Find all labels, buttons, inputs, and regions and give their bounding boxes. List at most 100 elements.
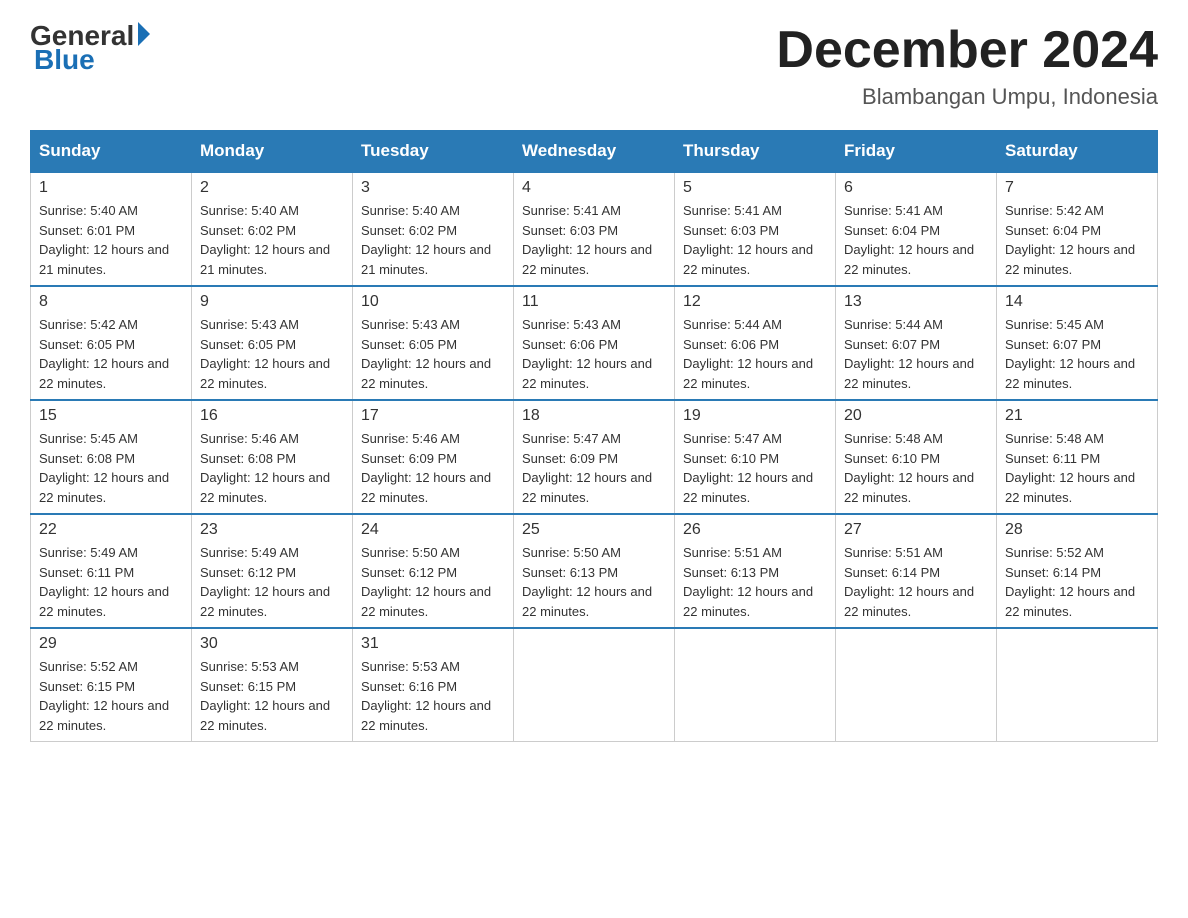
day-info: Sunrise: 5:40 AM Sunset: 6:01 PM Dayligh… [39,201,183,279]
day-number: 21 [1005,407,1149,425]
day-info: Sunrise: 5:47 AM Sunset: 6:09 PM Dayligh… [522,429,666,507]
calendar-cell: 18 Sunrise: 5:47 AM Sunset: 6:09 PM Dayl… [514,400,675,514]
day-info: Sunrise: 5:41 AM Sunset: 6:03 PM Dayligh… [683,201,827,279]
day-info: Sunrise: 5:53 AM Sunset: 6:15 PM Dayligh… [200,657,344,735]
day-number: 5 [683,179,827,197]
calendar-cell: 6 Sunrise: 5:41 AM Sunset: 6:04 PM Dayli… [836,172,997,286]
col-header-friday: Friday [836,131,997,173]
day-info: Sunrise: 5:49 AM Sunset: 6:12 PM Dayligh… [200,543,344,621]
calendar-week-row: 15 Sunrise: 5:45 AM Sunset: 6:08 PM Dayl… [31,400,1158,514]
day-info: Sunrise: 5:52 AM Sunset: 6:14 PM Dayligh… [1005,543,1149,621]
day-info: Sunrise: 5:43 AM Sunset: 6:05 PM Dayligh… [200,315,344,393]
calendar-cell: 23 Sunrise: 5:49 AM Sunset: 6:12 PM Dayl… [192,514,353,628]
day-info: Sunrise: 5:41 AM Sunset: 6:03 PM Dayligh… [522,201,666,279]
calendar-cell: 20 Sunrise: 5:48 AM Sunset: 6:10 PM Dayl… [836,400,997,514]
day-number: 22 [39,521,183,539]
calendar-cell: 7 Sunrise: 5:42 AM Sunset: 6:04 PM Dayli… [997,172,1158,286]
day-number: 18 [522,407,666,425]
day-number: 27 [844,521,988,539]
day-number: 24 [361,521,505,539]
calendar-cell: 12 Sunrise: 5:44 AM Sunset: 6:06 PM Dayl… [675,286,836,400]
day-number: 11 [522,293,666,311]
col-header-monday: Monday [192,131,353,173]
calendar-cell: 27 Sunrise: 5:51 AM Sunset: 6:14 PM Dayl… [836,514,997,628]
day-number: 30 [200,635,344,653]
col-header-wednesday: Wednesday [514,131,675,173]
day-info: Sunrise: 5:52 AM Sunset: 6:15 PM Dayligh… [39,657,183,735]
day-number: 19 [683,407,827,425]
day-number: 14 [1005,293,1149,311]
col-header-saturday: Saturday [997,131,1158,173]
day-info: Sunrise: 5:50 AM Sunset: 6:13 PM Dayligh… [522,543,666,621]
day-number: 26 [683,521,827,539]
calendar-cell: 21 Sunrise: 5:48 AM Sunset: 6:11 PM Dayl… [997,400,1158,514]
calendar-cell: 9 Sunrise: 5:43 AM Sunset: 6:05 PM Dayli… [192,286,353,400]
calendar-cell: 28 Sunrise: 5:52 AM Sunset: 6:14 PM Dayl… [997,514,1158,628]
calendar-cell: 10 Sunrise: 5:43 AM Sunset: 6:05 PM Dayl… [353,286,514,400]
day-info: Sunrise: 5:51 AM Sunset: 6:14 PM Dayligh… [844,543,988,621]
calendar-cell [675,628,836,742]
location-title: Blambangan Umpu, Indonesia [776,84,1158,110]
calendar-cell: 25 Sunrise: 5:50 AM Sunset: 6:13 PM Dayl… [514,514,675,628]
day-info: Sunrise: 5:47 AM Sunset: 6:10 PM Dayligh… [683,429,827,507]
day-number: 25 [522,521,666,539]
page-header: General Blue December 2024 Blambangan Um… [30,20,1158,110]
day-number: 16 [200,407,344,425]
calendar-cell: 8 Sunrise: 5:42 AM Sunset: 6:05 PM Dayli… [31,286,192,400]
month-title: December 2024 [776,20,1158,80]
day-info: Sunrise: 5:48 AM Sunset: 6:10 PM Dayligh… [844,429,988,507]
calendar-cell: 2 Sunrise: 5:40 AM Sunset: 6:02 PM Dayli… [192,172,353,286]
calendar-cell: 30 Sunrise: 5:53 AM Sunset: 6:15 PM Dayl… [192,628,353,742]
day-number: 15 [39,407,183,425]
day-info: Sunrise: 5:49 AM Sunset: 6:11 PM Dayligh… [39,543,183,621]
day-info: Sunrise: 5:41 AM Sunset: 6:04 PM Dayligh… [844,201,988,279]
day-info: Sunrise: 5:45 AM Sunset: 6:07 PM Dayligh… [1005,315,1149,393]
day-number: 2 [200,179,344,197]
calendar-week-row: 1 Sunrise: 5:40 AM Sunset: 6:01 PM Dayli… [31,172,1158,286]
calendar-cell: 4 Sunrise: 5:41 AM Sunset: 6:03 PM Dayli… [514,172,675,286]
calendar-cell [836,628,997,742]
calendar-cell: 31 Sunrise: 5:53 AM Sunset: 6:16 PM Dayl… [353,628,514,742]
day-info: Sunrise: 5:45 AM Sunset: 6:08 PM Dayligh… [39,429,183,507]
day-number: 7 [1005,179,1149,197]
day-number: 20 [844,407,988,425]
day-number: 3 [361,179,505,197]
calendar-cell: 3 Sunrise: 5:40 AM Sunset: 6:02 PM Dayli… [353,172,514,286]
calendar-week-row: 22 Sunrise: 5:49 AM Sunset: 6:11 PM Dayl… [31,514,1158,628]
day-info: Sunrise: 5:48 AM Sunset: 6:11 PM Dayligh… [1005,429,1149,507]
day-info: Sunrise: 5:50 AM Sunset: 6:12 PM Dayligh… [361,543,505,621]
day-info: Sunrise: 5:51 AM Sunset: 6:13 PM Dayligh… [683,543,827,621]
day-info: Sunrise: 5:42 AM Sunset: 6:05 PM Dayligh… [39,315,183,393]
title-block: December 2024 Blambangan Umpu, Indonesia [776,20,1158,110]
logo-arrow-icon [138,22,150,46]
day-number: 1 [39,179,183,197]
col-header-sunday: Sunday [31,131,192,173]
logo-blue: Blue [30,44,150,76]
day-info: Sunrise: 5:40 AM Sunset: 6:02 PM Dayligh… [200,201,344,279]
calendar-cell: 26 Sunrise: 5:51 AM Sunset: 6:13 PM Dayl… [675,514,836,628]
day-info: Sunrise: 5:42 AM Sunset: 6:04 PM Dayligh… [1005,201,1149,279]
day-number: 23 [200,521,344,539]
day-info: Sunrise: 5:40 AM Sunset: 6:02 PM Dayligh… [361,201,505,279]
day-info: Sunrise: 5:53 AM Sunset: 6:16 PM Dayligh… [361,657,505,735]
day-info: Sunrise: 5:46 AM Sunset: 6:09 PM Dayligh… [361,429,505,507]
logo: General Blue [30,20,150,76]
calendar-cell: 15 Sunrise: 5:45 AM Sunset: 6:08 PM Dayl… [31,400,192,514]
day-number: 13 [844,293,988,311]
day-number: 6 [844,179,988,197]
day-number: 28 [1005,521,1149,539]
calendar-table: SundayMondayTuesdayWednesdayThursdayFrid… [30,130,1158,742]
calendar-cell [997,628,1158,742]
day-number: 29 [39,635,183,653]
calendar-cell: 14 Sunrise: 5:45 AM Sunset: 6:07 PM Dayl… [997,286,1158,400]
day-number: 17 [361,407,505,425]
day-number: 10 [361,293,505,311]
day-number: 31 [361,635,505,653]
calendar-cell: 1 Sunrise: 5:40 AM Sunset: 6:01 PM Dayli… [31,172,192,286]
day-info: Sunrise: 5:44 AM Sunset: 6:06 PM Dayligh… [683,315,827,393]
col-header-tuesday: Tuesday [353,131,514,173]
calendar-cell: 17 Sunrise: 5:46 AM Sunset: 6:09 PM Dayl… [353,400,514,514]
calendar-week-row: 8 Sunrise: 5:42 AM Sunset: 6:05 PM Dayli… [31,286,1158,400]
day-number: 12 [683,293,827,311]
col-header-thursday: Thursday [675,131,836,173]
